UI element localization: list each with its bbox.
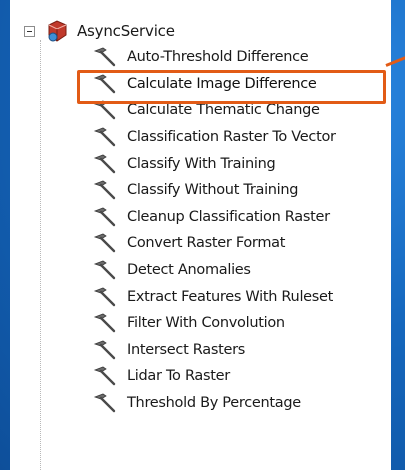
tool-item-label: Lidar To Raster [127,368,230,385]
tool-list: Auto-Threshold Difference Calculate Image… [92,44,336,416]
hammer-icon [93,340,116,360]
hammer-icon [93,74,116,94]
tool-item[interactable]: Classify Without Training [92,177,336,204]
tool-item-label: Filter With Convolution [127,315,285,332]
tool-item-label: Detect Anomalies [127,262,251,279]
collapse-icon[interactable] [24,25,35,37]
tool-item[interactable]: Cleanup Classification Raster [92,204,336,231]
tree-root-label: AsyncService [77,22,175,40]
tool-item[interactable]: Lidar To Raster [92,363,336,390]
hammer-icon [93,313,116,333]
hammer-icon [93,234,116,253]
tool-item-label: Calculate Image Difference [127,75,317,92]
tool-item-label: Intersect Rasters [127,341,245,358]
tool-item-label: Cleanup Classification Raster [127,208,330,225]
hammer-icon [93,127,116,147]
tool-item[interactable]: Auto-Threshold Difference [92,44,336,71]
tool-item[interactable]: Calculate Image Difference [92,71,336,98]
tool-item[interactable]: Convert Raster Format [92,230,336,257]
hammer-icon [93,180,116,200]
tool-item-label: Classification Raster To Vector [127,129,336,146]
tool-item-label: Classify Without Training [127,182,299,199]
hammer-icon [93,154,116,173]
tree-connector-line [40,40,42,470]
hammer-icon [93,101,116,120]
tool-item-label: Convert Raster Format [127,235,286,252]
tool-item-label: Threshold By Percentage [127,395,301,412]
tool-item-label: Calculate Thematic Change [127,102,320,119]
tool-item-label: Auto-Threshold Difference [127,49,309,66]
hammer-icon [93,47,116,67]
tool-item[interactable]: Classification Raster To Vector [92,124,336,151]
tool-item[interactable]: Calculate Thematic Change [92,97,336,124]
tool-item[interactable]: Detect Anomalies [92,257,336,284]
hammer-icon [93,207,116,227]
tool-item-label: Classify With Training [127,155,276,172]
toolbox-tree-panel: AsyncService Auto-Threshold Difference Ca… [10,0,391,470]
tool-item-label: Extract Features With Ruleset [127,288,334,305]
tool-item[interactable]: Classify With Training [92,150,336,177]
tree-root-asyncservice[interactable]: AsyncService [24,18,175,44]
hammer-icon [93,287,116,306]
tool-item[interactable]: Extract Features With Ruleset [92,283,336,310]
tool-item[interactable]: Intersect Rasters [92,337,336,364]
hammer-icon [93,393,116,413]
tool-item[interactable]: Filter With Convolution [92,310,336,337]
tool-item[interactable]: Threshold By Percentage [92,390,336,417]
service-toolbox-icon [48,20,67,42]
hammer-icon [93,260,116,280]
hammer-icon [93,366,116,386]
